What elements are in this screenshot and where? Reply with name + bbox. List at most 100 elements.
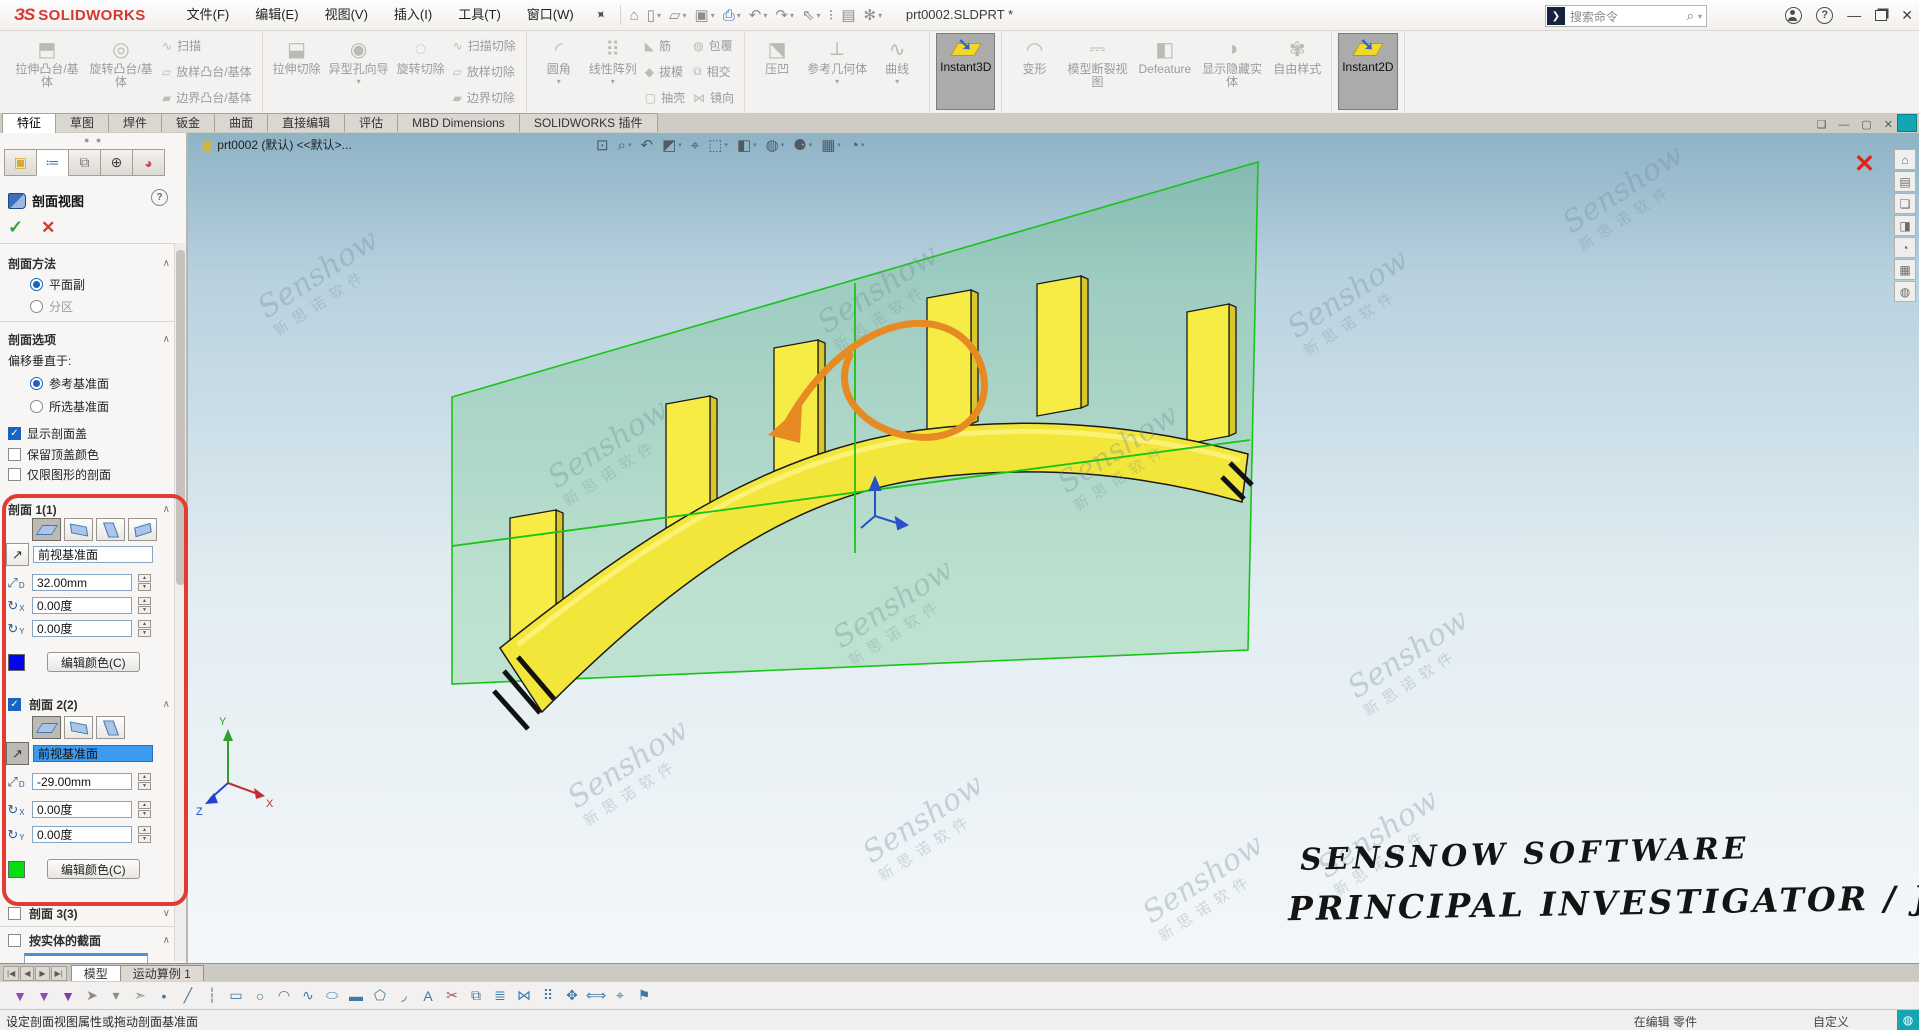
menu-item[interactable]: 窗口(W) <box>514 0 587 30</box>
ribbon-button[interactable]: ⧉相交 <box>693 63 734 80</box>
panel-scrollbar[interactable] <box>174 243 186 961</box>
restore-button[interactable] <box>1875 10 1887 21</box>
design-library-icon[interactable]: ▤ <box>1894 171 1916 192</box>
filter-all-icon[interactable]: ▼ <box>56 988 80 1004</box>
ribbon-button[interactable]: ◎旋转凸台/基体 <box>84 33 158 110</box>
menu-item[interactable]: 文件(F) <box>174 0 243 30</box>
scenes-icon[interactable]: ▦ <box>1894 259 1916 280</box>
rewind-icon[interactable]: |◀ <box>3 966 19 981</box>
section1-edit-color-button[interactable]: 编辑颜色(C) <box>47 652 140 672</box>
ribbon-button[interactable]: ◆拔模 <box>645 63 685 80</box>
line-icon[interactable]: ╱ <box>176 987 200 1004</box>
section1-plane-field[interactable]: 前视基准面 <box>33 546 153 563</box>
by-body-checkbox[interactable] <box>8 934 21 947</box>
magnet-icon[interactable]: ⁝ <box>826 4 837 26</box>
ribbon-button[interactable]: ∿扫描 <box>162 37 252 54</box>
ribbon-button[interactable]: ▰边界切除 <box>453 89 516 106</box>
section1-header[interactable]: 剖面 1(1)∧ <box>8 501 170 518</box>
configurationmanager-tab[interactable]: ⧉ <box>68 149 101 176</box>
search-caret-icon[interactable]: ▾ <box>1698 12 1702 21</box>
account-icon[interactable] <box>1785 7 1802 24</box>
front-plane-button[interactable] <box>32 716 61 739</box>
command-tab[interactable]: SOLIDWORKS 插件 <box>519 113 658 132</box>
section1-distance-field[interactable]: 32.00mm <box>32 574 132 591</box>
ribbon-button[interactable]: ◉异型孔向导▾ <box>325 33 393 110</box>
hide-show-items-icon[interactable]: ◍▾ <box>766 136 785 154</box>
scrollbar-thumb[interactable] <box>176 250 185 585</box>
xrot-spinner[interactable]: ▲▼ <box>138 801 151 818</box>
display-style-icon[interactable]: ◧▾ <box>737 136 757 154</box>
menu-item[interactable]: 编辑(E) <box>242 0 311 30</box>
section2-plane-field[interactable]: 前视基准面 <box>33 745 153 762</box>
filter-stack-icon[interactable]: ▼ <box>32 988 56 1004</box>
yrot-spinner[interactable]: ▲▼ <box>138 826 151 843</box>
featuremanager-tab[interactable]: ▣ <box>4 149 37 176</box>
command-tab[interactable]: 草图 <box>55 113 109 132</box>
options-header[interactable]: 剖面选项∧ <box>8 331 170 348</box>
ribbon-button[interactable]: ⋈镜向 <box>693 89 734 106</box>
zoom-area-icon[interactable]: ⌕▾ <box>618 137 632 154</box>
section3-checkbox[interactable] <box>8 907 21 920</box>
checkbox-keep-cap-color[interactable]: 保留顶盖颜色 <box>8 446 99 463</box>
home-icon[interactable]: ⌂ <box>627 5 642 26</box>
circle-icon[interactable]: ○ <box>248 988 272 1004</box>
command-search[interactable]: ❯ 搜索命令 ⌕ ▾ <box>1545 5 1707 27</box>
dynamic-annotation-icon[interactable]: ⌖ <box>691 137 699 154</box>
feature-tree-root[interactable]: ▣ prt0002 (默认) <<默认>... <box>200 136 352 153</box>
new-doc-icon[interactable]: ▯ ▾ <box>644 4 664 26</box>
ribbon-button[interactable]: ◌旋转切除 <box>393 33 449 110</box>
centerline-icon[interactable]: ┆ <box>200 987 224 1004</box>
polygon-icon[interactable]: ⬠ <box>368 987 392 1004</box>
menu-item[interactable]: 插入(I) <box>381 0 445 30</box>
appearances-icon[interactable]: ◔ <box>1894 237 1916 258</box>
section1-yrot-field[interactable]: 0.00度 <box>32 620 132 637</box>
save-icon[interactable]: ▣ ▾ <box>692 4 718 26</box>
search-icon[interactable]: ⌕ <box>1687 8 1694 24</box>
ribbon-button[interactable]: ▢抽壳 <box>645 89 685 106</box>
ribbon-button[interactable]: ⎓模型断裂视图 <box>1060 33 1134 110</box>
move-icon[interactable]: ✥ <box>560 987 584 1004</box>
ribbon-button[interactable]: ⠿线性阵列▾ <box>585 33 641 110</box>
distance-spinner[interactable]: ▲▼ <box>138 773 151 790</box>
command-tab[interactable]: 直接编辑 <box>267 113 345 132</box>
radio-reference-plane[interactable]: 参考基准面 <box>30 375 109 392</box>
panel-grip[interactable]: ● ● <box>84 135 103 145</box>
right-plane-button[interactable] <box>96 716 125 739</box>
pin-menu-icon[interactable]: ✦ <box>591 5 610 24</box>
close-button[interactable]: ✕ <box>1901 7 1913 24</box>
displaymanager-tab[interactable]: ◕ <box>132 149 165 176</box>
ok-button[interactable]: ✓ <box>8 217 23 238</box>
ribbon-button[interactable]: ⬒拉伸凸台/基体 <box>10 33 84 110</box>
pattern-icon[interactable]: ⠿ <box>536 987 560 1004</box>
section2-edit-color-button[interactable]: 编辑颜色(C) <box>47 859 140 879</box>
section2-checkbox[interactable] <box>8 698 21 711</box>
section2-distance-field[interactable]: -29.00mm <box>32 773 132 790</box>
command-tab[interactable]: 特征 <box>2 113 56 133</box>
checkbox-show-cap[interactable]: 显示剖面盖 <box>8 425 87 442</box>
section3-header[interactable]: 剖面 3(3)∨ <box>8 905 170 922</box>
end-icon[interactable]: ▶| <box>51 966 67 981</box>
filter-icon[interactable]: ▼ <box>8 988 32 1004</box>
section2-xrot-field[interactable]: 0.00度 <box>32 801 132 818</box>
ribbon-button[interactable]: ◣筋 <box>645 37 685 54</box>
play-icon[interactable]: ▶ <box>35 966 49 981</box>
view-palette-icon[interactable]: ◨ <box>1894 215 1916 236</box>
snap-icon[interactable]: ⌖ <box>608 987 632 1004</box>
search-input[interactable]: 搜索命令 <box>1566 8 1687 25</box>
xrot-spinner[interactable]: ▲▼ <box>138 597 151 614</box>
section1-plane-pick-icon[interactable]: ↗ <box>6 543 29 566</box>
doc-minimize-icon[interactable]: — <box>1838 119 1849 131</box>
flag-icon[interactable]: ⚑ <box>632 987 656 1004</box>
lasso-cursor-icon[interactable]: ➣ <box>128 987 152 1004</box>
offset-icon[interactable]: ≣ <box>488 987 512 1004</box>
dimension-icon[interactable]: ⟺ <box>584 987 608 1004</box>
menu-item[interactable]: 视图(V) <box>312 0 381 30</box>
ribbon-button[interactable]: ⬓拉伸切除 <box>269 33 325 110</box>
convert-icon[interactable]: ⧉ <box>464 987 488 1004</box>
command-tab[interactable]: 焊件 <box>108 113 162 132</box>
print-icon[interactable]: ⎙ ▾ <box>720 5 744 26</box>
options-icon[interactable]: ✻ ▾ <box>861 4 886 26</box>
right-plane-button[interactable] <box>96 518 125 541</box>
ribbon-button[interactable]: ⟂参考几何体▾ <box>803 33 871 110</box>
section2-plane-pick-icon[interactable]: ↗ <box>6 742 29 765</box>
